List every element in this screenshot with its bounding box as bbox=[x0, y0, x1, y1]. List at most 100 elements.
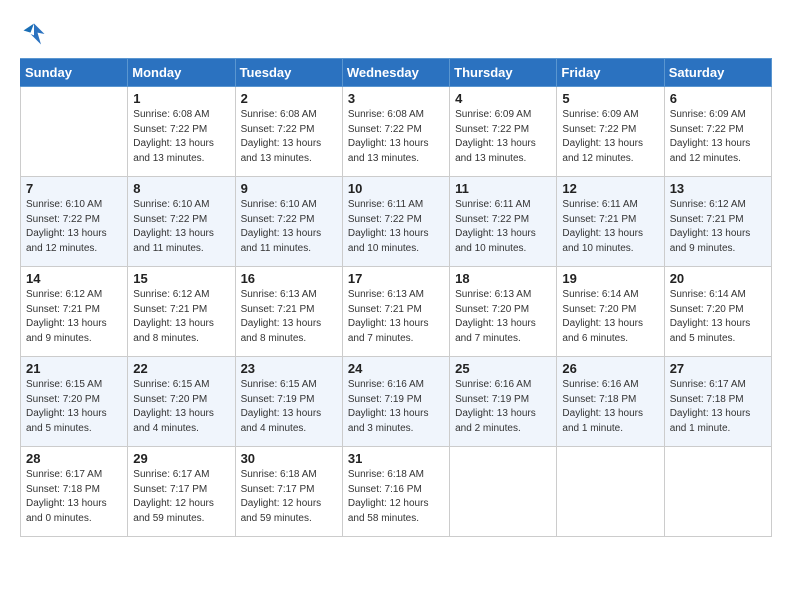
day-number: 14 bbox=[26, 271, 122, 286]
day-number: 30 bbox=[241, 451, 337, 466]
calendar-cell: 30 Sunrise: 6:18 AMSunset: 7:17 PMDayligh… bbox=[235, 447, 342, 537]
calendar-cell: 22 Sunrise: 6:15 AMSunset: 7:20 PMDayligh… bbox=[128, 357, 235, 447]
day-header-saturday: Saturday bbox=[664, 59, 771, 87]
day-info: Sunrise: 6:09 AMSunset: 7:22 PMDaylight:… bbox=[670, 108, 766, 166]
calendar-cell: 23 Sunrise: 6:15 AMSunset: 7:19 PMDayligh… bbox=[235, 357, 342, 447]
week-row-4: 21 Sunrise: 6:15 AMSunset: 7:20 PMDayligh… bbox=[21, 357, 772, 447]
day-header-monday: Monday bbox=[128, 59, 235, 87]
calendar-cell: 26 Sunrise: 6:16 AMSunset: 7:18 PMDayligh… bbox=[557, 357, 664, 447]
day-info: Sunrise: 6:08 AMSunset: 7:22 PMDaylight:… bbox=[133, 108, 229, 166]
calendar-cell: 18 Sunrise: 6:13 AMSunset: 7:20 PMDayligh… bbox=[450, 267, 557, 357]
day-info: Sunrise: 6:09 AMSunset: 7:22 PMDaylight:… bbox=[455, 108, 551, 166]
day-header-thursday: Thursday bbox=[450, 59, 557, 87]
calendar-cell: 1 Sunrise: 6:08 AMSunset: 7:22 PMDaylight… bbox=[128, 87, 235, 177]
day-info: Sunrise: 6:10 AMSunset: 7:22 PMDaylight:… bbox=[26, 198, 122, 256]
day-info: Sunrise: 6:16 AMSunset: 7:18 PMDaylight:… bbox=[562, 378, 658, 436]
day-number: 29 bbox=[133, 451, 229, 466]
logo bbox=[20, 20, 52, 48]
day-info: Sunrise: 6:14 AMSunset: 7:20 PMDaylight:… bbox=[562, 288, 658, 346]
day-info: Sunrise: 6:11 AMSunset: 7:22 PMDaylight:… bbox=[455, 198, 551, 256]
calendar-cell: 15 Sunrise: 6:12 AMSunset: 7:21 PMDayligh… bbox=[128, 267, 235, 357]
day-info: Sunrise: 6:12 AMSunset: 7:21 PMDaylight:… bbox=[133, 288, 229, 346]
day-info: Sunrise: 6:13 AMSunset: 7:20 PMDaylight:… bbox=[455, 288, 551, 346]
calendar-cell: 5 Sunrise: 6:09 AMSunset: 7:22 PMDaylight… bbox=[557, 87, 664, 177]
day-header-tuesday: Tuesday bbox=[235, 59, 342, 87]
calendar-cell bbox=[450, 447, 557, 537]
day-info: Sunrise: 6:13 AMSunset: 7:21 PMDaylight:… bbox=[241, 288, 337, 346]
day-info: Sunrise: 6:10 AMSunset: 7:22 PMDaylight:… bbox=[133, 198, 229, 256]
day-number: 12 bbox=[562, 181, 658, 196]
week-row-5: 28 Sunrise: 6:17 AMSunset: 7:18 PMDayligh… bbox=[21, 447, 772, 537]
day-info: Sunrise: 6:09 AMSunset: 7:22 PMDaylight:… bbox=[562, 108, 658, 166]
day-info: Sunrise: 6:17 AMSunset: 7:18 PMDaylight:… bbox=[670, 378, 766, 436]
week-row-2: 7 Sunrise: 6:10 AMSunset: 7:22 PMDaylight… bbox=[21, 177, 772, 267]
day-info: Sunrise: 6:17 AMSunset: 7:17 PMDaylight:… bbox=[133, 468, 229, 526]
day-info: Sunrise: 6:18 AMSunset: 7:17 PMDaylight:… bbox=[241, 468, 337, 526]
day-number: 9 bbox=[241, 181, 337, 196]
day-info: Sunrise: 6:11 AMSunset: 7:22 PMDaylight:… bbox=[348, 198, 444, 256]
calendar-cell: 8Sunrise: 6:10 AMSunset: 7:22 PMDaylight… bbox=[128, 177, 235, 267]
calendar-cell bbox=[557, 447, 664, 537]
day-number: 27 bbox=[670, 361, 766, 376]
day-number: 7 bbox=[26, 181, 122, 196]
day-number: 18 bbox=[455, 271, 551, 286]
day-info: Sunrise: 6:14 AMSunset: 7:20 PMDaylight:… bbox=[670, 288, 766, 346]
day-number: 17 bbox=[348, 271, 444, 286]
calendar-cell: 20Sunrise: 6:14 AMSunset: 7:20 PMDayligh… bbox=[664, 267, 771, 357]
day-info: Sunrise: 6:12 AMSunset: 7:21 PMDaylight:… bbox=[26, 288, 122, 346]
day-number: 6 bbox=[670, 91, 766, 106]
day-number: 26 bbox=[562, 361, 658, 376]
day-info: Sunrise: 6:08 AMSunset: 7:22 PMDaylight:… bbox=[348, 108, 444, 166]
day-number: 3 bbox=[348, 91, 444, 106]
day-header-wednesday: Wednesday bbox=[342, 59, 449, 87]
day-number: 31 bbox=[348, 451, 444, 466]
calendar-cell: 24 Sunrise: 6:16 AMSunset: 7:19 PMDayligh… bbox=[342, 357, 449, 447]
day-number: 5 bbox=[562, 91, 658, 106]
day-number: 23 bbox=[241, 361, 337, 376]
day-number: 22 bbox=[133, 361, 229, 376]
calendar-cell: 28 Sunrise: 6:17 AMSunset: 7:18 PMDayligh… bbox=[21, 447, 128, 537]
calendar-cell: 6 Sunrise: 6:09 AMSunset: 7:22 PMDaylight… bbox=[664, 87, 771, 177]
day-number: 16 bbox=[241, 271, 337, 286]
day-info: Sunrise: 6:18 AMSunset: 7:16 PMDaylight:… bbox=[348, 468, 444, 526]
day-header-sunday: Sunday bbox=[21, 59, 128, 87]
calendar-cell bbox=[664, 447, 771, 537]
day-number: 19 bbox=[562, 271, 658, 286]
calendar-cell: 16 Sunrise: 6:13 AMSunset: 7:21 PMDayligh… bbox=[235, 267, 342, 357]
week-row-1: 1 Sunrise: 6:08 AMSunset: 7:22 PMDaylight… bbox=[21, 87, 772, 177]
day-info: Sunrise: 6:15 AMSunset: 7:20 PMDaylight:… bbox=[26, 378, 122, 436]
day-info: Sunrise: 6:08 AMSunset: 7:22 PMDaylight:… bbox=[241, 108, 337, 166]
day-number: 21 bbox=[26, 361, 122, 376]
day-info: Sunrise: 6:17 AMSunset: 7:18 PMDaylight:… bbox=[26, 468, 122, 526]
calendar-cell: 29 Sunrise: 6:17 AMSunset: 7:17 PMDayligh… bbox=[128, 447, 235, 537]
day-number: 25 bbox=[455, 361, 551, 376]
day-info: Sunrise: 6:15 AMSunset: 7:19 PMDaylight:… bbox=[241, 378, 337, 436]
day-number: 24 bbox=[348, 361, 444, 376]
calendar-cell: 11Sunrise: 6:11 AMSunset: 7:22 PMDayligh… bbox=[450, 177, 557, 267]
calendar-cell: 12 Sunrise: 6:11 AMSunset: 7:21 PMDayligh… bbox=[557, 177, 664, 267]
day-info: Sunrise: 6:10 AMSunset: 7:22 PMDaylight:… bbox=[241, 198, 337, 256]
calendar-header-row: SundayMondayTuesdayWednesdayThursdayFrid… bbox=[21, 59, 772, 87]
calendar-cell: 7 Sunrise: 6:10 AMSunset: 7:22 PMDaylight… bbox=[21, 177, 128, 267]
calendar-cell: 14 Sunrise: 6:12 AMSunset: 7:21 PMDayligh… bbox=[21, 267, 128, 357]
day-number: 2 bbox=[241, 91, 337, 106]
day-number: 1 bbox=[133, 91, 229, 106]
calendar-cell: 10 Sunrise: 6:11 AMSunset: 7:22 PMDayligh… bbox=[342, 177, 449, 267]
day-number: 10 bbox=[348, 181, 444, 196]
calendar-cell: 27 Sunrise: 6:17 AMSunset: 7:18 PMDayligh… bbox=[664, 357, 771, 447]
calendar-table: SundayMondayTuesdayWednesdayThursdayFrid… bbox=[20, 58, 772, 537]
week-row-3: 14 Sunrise: 6:12 AMSunset: 7:21 PMDayligh… bbox=[21, 267, 772, 357]
day-info: Sunrise: 6:16 AMSunset: 7:19 PMDaylight:… bbox=[348, 378, 444, 436]
logo-icon bbox=[20, 20, 48, 48]
calendar-cell bbox=[21, 87, 128, 177]
day-info: Sunrise: 6:16 AMSunset: 7:19 PMDaylight:… bbox=[455, 378, 551, 436]
day-number: 28 bbox=[26, 451, 122, 466]
calendar-cell: 17Sunrise: 6:13 AMSunset: 7:21 PMDayligh… bbox=[342, 267, 449, 357]
day-number: 15 bbox=[133, 271, 229, 286]
day-info: Sunrise: 6:11 AMSunset: 7:21 PMDaylight:… bbox=[562, 198, 658, 256]
calendar-cell: 2 Sunrise: 6:08 AMSunset: 7:22 PMDaylight… bbox=[235, 87, 342, 177]
day-info: Sunrise: 6:15 AMSunset: 7:20 PMDaylight:… bbox=[133, 378, 229, 436]
calendar-cell: 4Sunrise: 6:09 AMSunset: 7:22 PMDaylight… bbox=[450, 87, 557, 177]
day-header-friday: Friday bbox=[557, 59, 664, 87]
day-number: 13 bbox=[670, 181, 766, 196]
